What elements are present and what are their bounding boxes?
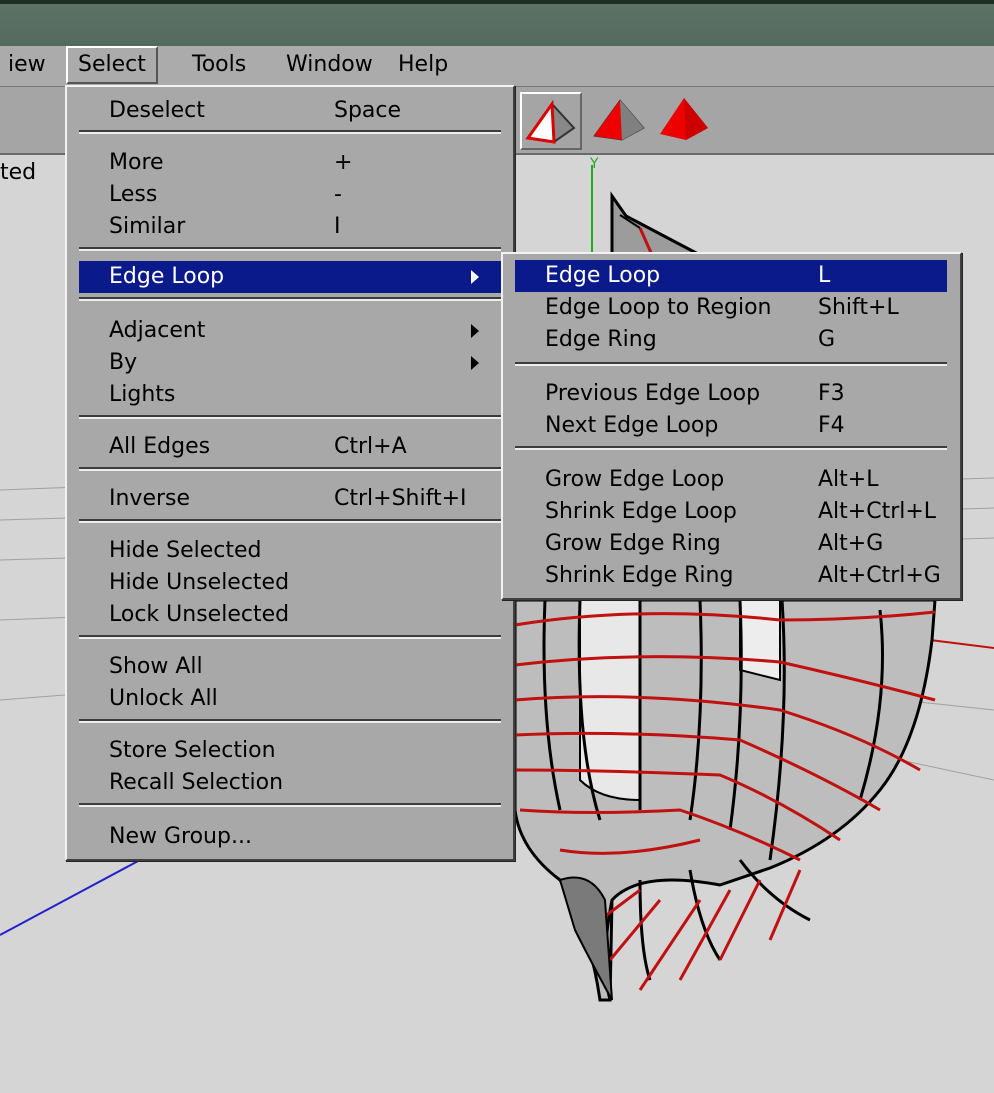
menu-item-show-all[interactable]: Show All	[67, 651, 513, 683]
menu-item-shortcut: F4	[818, 413, 845, 438]
z-axis-line	[0, 859, 141, 936]
menu-item-shortcut: +	[334, 150, 353, 175]
submenu-arrow-icon	[471, 324, 479, 338]
submenu-item-edge-ring[interactable]: Edge Ring G	[515, 324, 947, 356]
menu-separator	[79, 415, 501, 419]
menu-separator	[515, 362, 947, 366]
mesh-top-spike	[610, 191, 701, 257]
menu-item-label: Shrink Edge Ring	[545, 563, 734, 588]
menu-item-hide-unselected[interactable]: Hide Unselected	[67, 567, 513, 599]
menu-item-shortcut: Alt+Ctrl+L	[818, 499, 937, 524]
menu-item-by[interactable]: By	[67, 347, 513, 379]
menu-item-label: Edge Loop to Region	[545, 295, 772, 320]
submenu-item-grow-edge-loop[interactable]: Grow Edge Loop Alt+L	[515, 464, 947, 496]
menu-item-similar[interactable]: Similar I	[67, 211, 513, 243]
menu-item-label: Hide Selected	[109, 538, 262, 563]
menu-separator	[79, 130, 501, 134]
menu-item-shortcut: L	[818, 263, 831, 288]
menu-item-label: Next Edge Loop	[545, 413, 719, 438]
menu-separator	[79, 247, 501, 251]
menu-item-label: Grow Edge Loop	[545, 467, 725, 492]
menu-item-all-edges[interactable]: All Edges Ctrl+A	[67, 431, 513, 463]
menu-item-shortcut: -	[334, 182, 342, 207]
menu-item-label: Grow Edge Ring	[545, 531, 721, 556]
menu-item-label: Edge Ring	[545, 327, 657, 352]
menu-item-store-selection[interactable]: Store Selection	[67, 735, 513, 767]
menu-item-shortcut: Alt+G	[818, 531, 884, 556]
select-menu: Deselect Space More + Less - Similar I E…	[65, 85, 515, 861]
menu-item-label: Edge Loop	[109, 264, 225, 289]
submenu-item-grow-edge-ring[interactable]: Grow Edge Ring Alt+G	[515, 528, 947, 560]
menu-item-label: Edge Loop	[545, 263, 661, 288]
menu-separator	[515, 446, 947, 450]
submenu-arrow-icon	[471, 270, 479, 284]
menu-item-unlock-all[interactable]: Unlock All	[67, 683, 513, 715]
menu-separator	[79, 803, 501, 807]
menu-item-shortcut: Alt+L	[818, 467, 879, 492]
menu-item-lights[interactable]: Lights	[67, 379, 513, 411]
menu-item-edge-loop[interactable]: Edge Loop	[79, 261, 501, 293]
menu-item-label: Unlock All	[109, 686, 218, 711]
menu-item-label: Lights	[109, 382, 176, 407]
y-axis-label: Y	[589, 156, 599, 172]
submenu-item-previous-edge-loop[interactable]: Previous Edge Loop F3	[515, 378, 947, 410]
menu-item-label: Adjacent	[109, 318, 206, 343]
edge-loop-submenu: Edge Loop L Edge Loop to Region Shift+L …	[501, 252, 962, 600]
menu-item-label: Shrink Edge Loop	[545, 499, 737, 524]
menu-item-hide-selected[interactable]: Hide Selected	[67, 535, 513, 567]
menu-item-more[interactable]: More +	[67, 147, 513, 179]
menu-separator	[79, 467, 501, 471]
mesh-body	[513, 598, 937, 1002]
submenu-item-shrink-edge-ring[interactable]: Shrink Edge Ring Alt+Ctrl+G	[515, 560, 947, 592]
x-axis-line	[929, 639, 994, 649]
menu-item-label: Deselect	[109, 98, 205, 123]
menu-item-lock-unselected[interactable]: Lock Unselected	[67, 599, 513, 631]
menu-item-label: Inverse	[109, 486, 191, 511]
menu-item-shortcut: Space	[334, 98, 402, 123]
menu-item-shortcut: G	[818, 327, 836, 352]
menu-item-inverse[interactable]: Inverse Ctrl+Shift+I	[67, 483, 513, 515]
menu-item-label: Less	[109, 182, 158, 207]
menu-item-new-group[interactable]: New Group...	[67, 821, 513, 853]
submenu-item-next-edge-loop[interactable]: Next Edge Loop F4	[515, 410, 947, 442]
menu-item-label: Lock Unselected	[109, 602, 290, 627]
menu-item-adjacent[interactable]: Adjacent	[67, 315, 513, 347]
menu-separator	[79, 719, 501, 723]
menu-item-label: Previous Edge Loop	[545, 381, 761, 406]
menu-item-label: More	[109, 150, 164, 175]
submenu-arrow-icon	[471, 356, 479, 370]
menu-item-shortcut: I	[334, 214, 341, 239]
menu-item-label: New Group...	[109, 824, 252, 849]
menu-item-shortcut: Shift+L	[818, 295, 899, 320]
menu-item-shortcut: F3	[818, 381, 845, 406]
menu-item-label: Store Selection	[109, 738, 276, 763]
menu-item-label: All Edges	[109, 434, 211, 459]
menu-separator	[79, 635, 501, 639]
submenu-item-edge-loop[interactable]: Edge Loop L	[515, 260, 947, 292]
menu-item-label: By	[109, 350, 138, 375]
menu-item-shortcut: Ctrl+Shift+I	[334, 486, 467, 511]
menu-item-label: Recall Selection	[109, 770, 284, 795]
menu-item-label: Similar	[109, 214, 186, 239]
menu-item-less[interactable]: Less -	[67, 179, 513, 211]
menu-item-shortcut: Ctrl+A	[334, 434, 407, 459]
submenu-item-edge-loop-to-region[interactable]: Edge Loop to Region Shift+L	[515, 292, 947, 324]
menu-separator	[79, 519, 501, 523]
menu-item-recall-selection[interactable]: Recall Selection	[67, 767, 513, 799]
menu-separator	[79, 297, 501, 301]
submenu-item-shrink-edge-loop[interactable]: Shrink Edge Loop Alt+Ctrl+L	[515, 496, 947, 528]
menu-item-label: Show All	[109, 654, 203, 679]
menu-item-label: Hide Unselected	[109, 570, 290, 595]
menu-item-shortcut: Alt+Ctrl+G	[818, 563, 941, 588]
menu-item-deselect[interactable]: Deselect Space	[67, 95, 513, 127]
